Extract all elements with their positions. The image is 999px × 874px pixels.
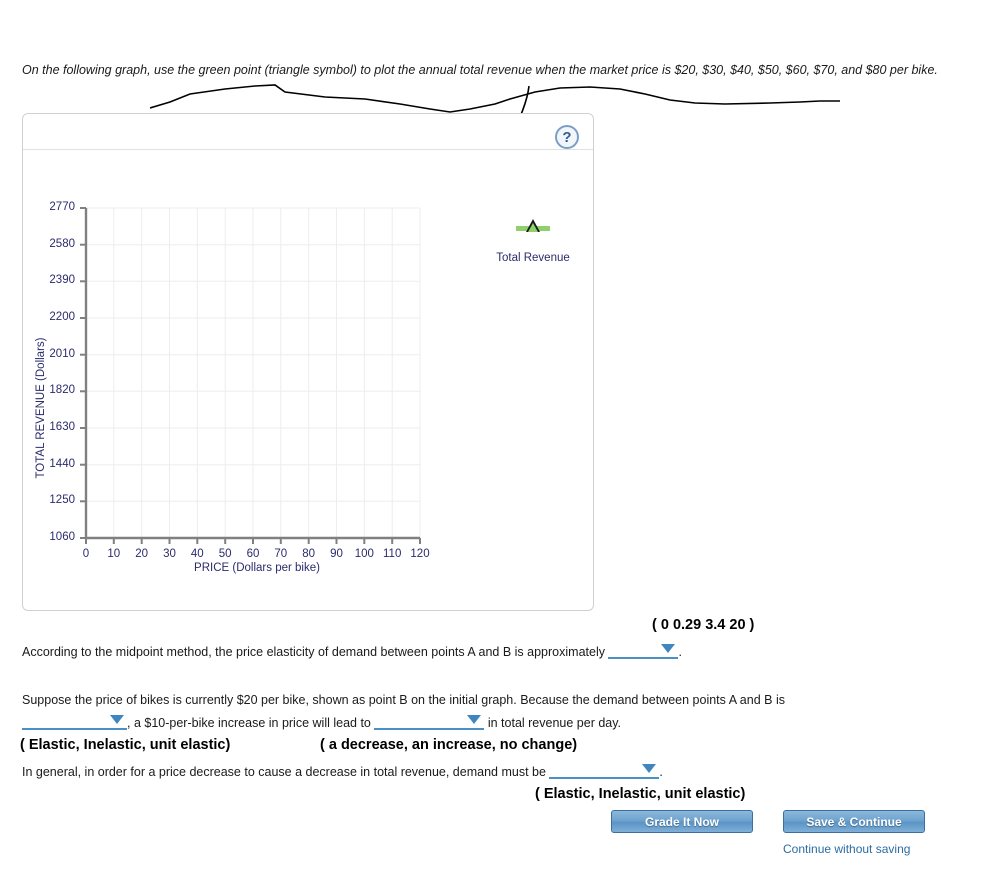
question-2-line1: Suppose the price of bikes is currently … bbox=[22, 688, 922, 712]
elasticity-type-dropdown[interactable] bbox=[22, 713, 127, 730]
y-tick-label: 1250 bbox=[49, 494, 75, 507]
handwritten-elastic-options-2: ( Elastic, Inelastic, unit elastic) bbox=[535, 786, 746, 802]
question-3: In general, in order for a price decreas… bbox=[22, 760, 922, 784]
continue-without-saving-link[interactable]: Continue without saving bbox=[783, 842, 910, 856]
legend-label-total-revenue: Total Revenue bbox=[496, 252, 570, 264]
y-tick-label: 2010 bbox=[49, 347, 75, 360]
question-2-text-b: , a $10-per-bike increase in price will … bbox=[127, 716, 371, 730]
handwritten-elastic-options-1: ( Elastic, Inelastic, unit elastic) bbox=[20, 737, 231, 753]
x-tick-label: 10 bbox=[107, 548, 121, 560]
question-2-text-c: in total revenue per day. bbox=[487, 716, 622, 730]
x-tick-label: 100 bbox=[354, 548, 374, 560]
x-axis-title: PRICE (Dollars per bike) bbox=[194, 562, 320, 574]
question-2-text-a: Suppose the price of bikes is currently … bbox=[22, 693, 785, 707]
legend-triangle-inner bbox=[528, 223, 538, 232]
chart-legend[interactable]: Total Revenue bbox=[473, 219, 593, 264]
x-tick-label: 60 bbox=[246, 548, 260, 560]
x-tick-label: 120 bbox=[410, 548, 430, 560]
question-3-text: In general, in order for a price decreas… bbox=[22, 765, 546, 779]
x-tick-label: 40 bbox=[190, 548, 204, 560]
graph-panel: ? 2770 2580 2390 2200 2010 1820 1630 144… bbox=[22, 113, 594, 611]
y-tick-label: 2200 bbox=[49, 311, 75, 323]
x-tick-label: 90 bbox=[330, 548, 343, 560]
y-tick-label: 2580 bbox=[49, 237, 75, 250]
demand-type-dropdown[interactable] bbox=[549, 762, 660, 779]
question-3-period: . bbox=[659, 765, 663, 779]
question-1-period: . bbox=[678, 645, 682, 659]
chart-svg[interactable] bbox=[23, 114, 595, 610]
handwritten-change-options: ( a decrease, an increase, no change) bbox=[320, 737, 578, 753]
y-tick-label: 1630 bbox=[49, 421, 75, 433]
x-tick-label: 110 bbox=[383, 548, 402, 560]
question-1-text: According to the midpoint method, the pr… bbox=[22, 645, 605, 659]
save-and-continue-button[interactable]: Save & Continue bbox=[783, 810, 925, 833]
x-tick-label: 20 bbox=[135, 548, 149, 560]
y-tick-label: 1820 bbox=[49, 384, 75, 397]
question-1: According to the midpoint method, the pr… bbox=[22, 640, 782, 664]
chevron-down-icon bbox=[110, 715, 124, 724]
x-tick-label: 70 bbox=[274, 548, 288, 560]
y-tick-label: 2390 bbox=[49, 274, 75, 287]
chevron-down-icon bbox=[661, 644, 676, 653]
x-tick-label: 0 bbox=[82, 548, 90, 560]
y-tick-label: 1440 bbox=[49, 457, 75, 470]
y-tick-label: 1060 bbox=[49, 531, 75, 543]
chevron-down-icon bbox=[642, 764, 657, 773]
question-2-line2: , a $10-per-bike increase in price will … bbox=[22, 711, 922, 735]
y-tick-label: 2770 bbox=[49, 201, 75, 213]
y-axis-title: TOTAL REVENUE (Dollars) bbox=[35, 337, 47, 479]
x-tick-label: 50 bbox=[218, 548, 232, 560]
elasticity-dropdown[interactable] bbox=[608, 642, 679, 659]
revenue-change-dropdown[interactable] bbox=[374, 713, 485, 730]
revenue-chart[interactable]: 2770 2580 2390 2200 2010 1820 1630 1440 … bbox=[23, 114, 595, 610]
grade-it-now-button[interactable]: Grade It Now bbox=[611, 810, 753, 833]
x-tick-label: 30 bbox=[163, 548, 176, 560]
handwritten-elasticity-options: ( 0 0.29 3.4 20 ) bbox=[652, 617, 755, 633]
chevron-down-icon bbox=[467, 715, 482, 724]
x-tick-label: 80 bbox=[302, 548, 316, 560]
prompt-text: On the following graph, use the green po… bbox=[22, 63, 938, 77]
legend-triangle-icon[interactable] bbox=[516, 219, 550, 233]
